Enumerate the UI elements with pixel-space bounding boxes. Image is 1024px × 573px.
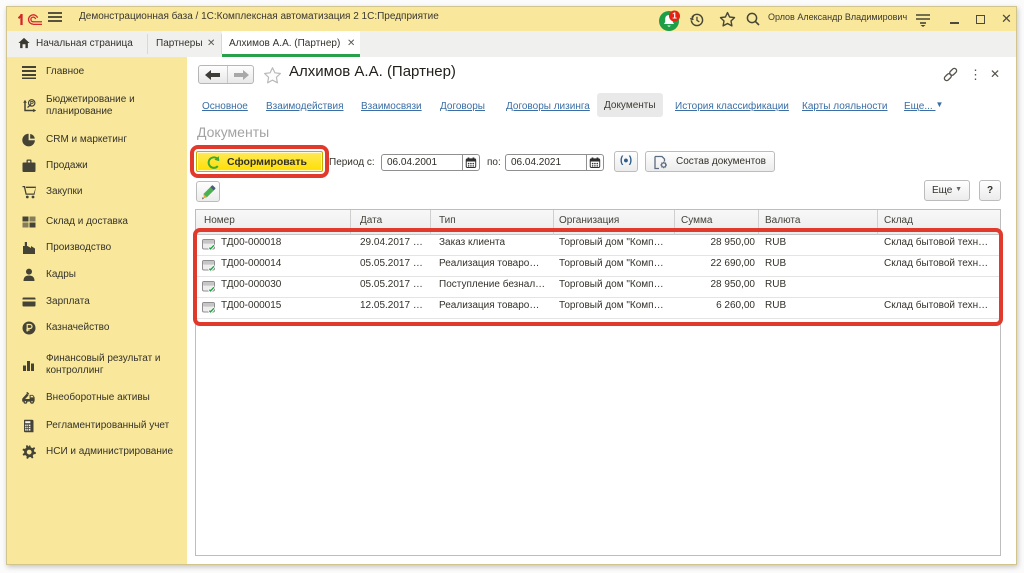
svg-text:1: 1 [672,11,677,21]
